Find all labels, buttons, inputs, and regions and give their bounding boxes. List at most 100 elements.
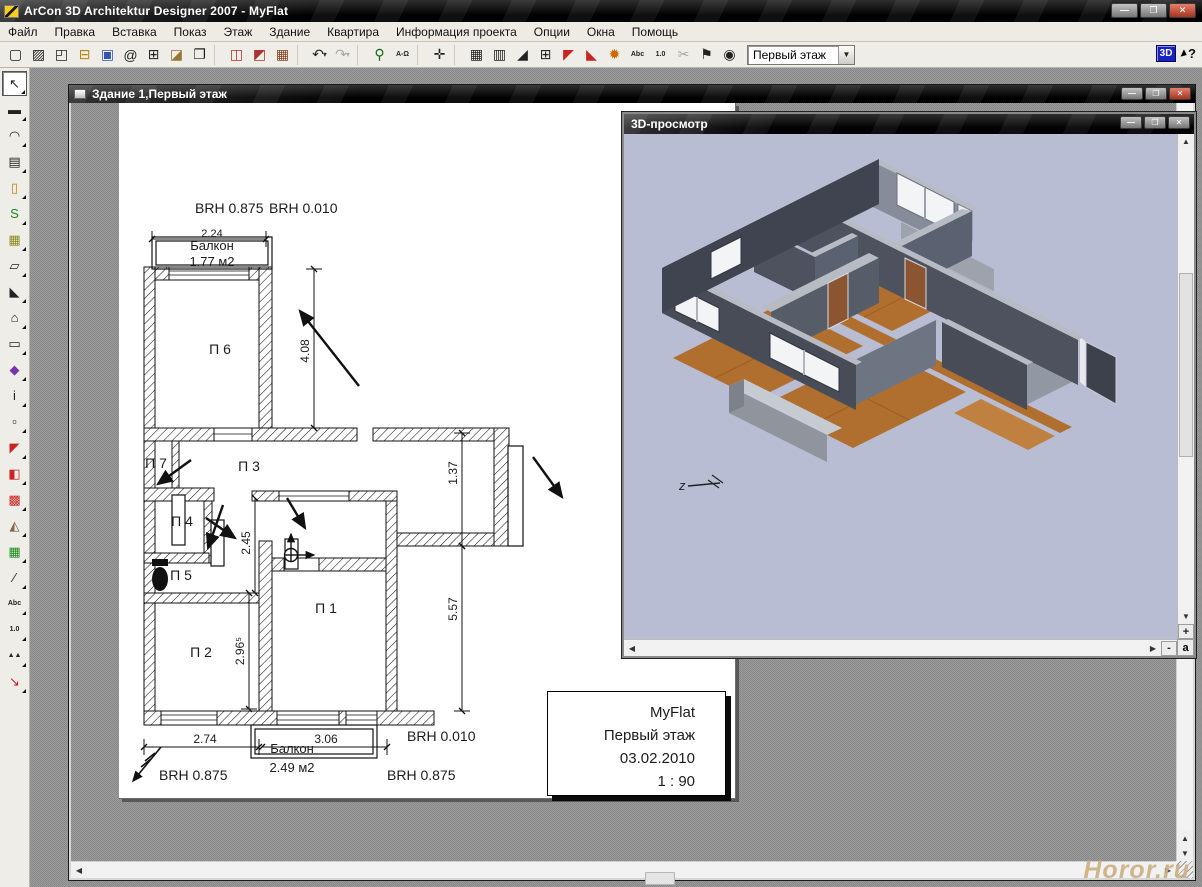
- point-symbol-tool-icon[interactable]: ▫: [2, 409, 27, 434]
- section-icon[interactable]: ⊞: [534, 44, 557, 66]
- menu-item-2[interactable]: Вставка: [112, 25, 157, 39]
- scroll-up-icon[interactable]: ▲: [1178, 134, 1194, 149]
- menu-item-8[interactable]: Опции: [534, 25, 570, 39]
- arrange-windows-icon[interactable]: ❐: [188, 44, 211, 66]
- restore-button[interactable]: ❐: [1140, 3, 1167, 18]
- scroll-up-icon[interactable]: ▲: [1177, 831, 1193, 846]
- line-tool-icon[interactable]: ∕: [2, 565, 27, 590]
- slab-tool-icon[interactable]: ◣: [2, 279, 27, 304]
- stairs-tool-icon[interactable]: S: [2, 201, 27, 226]
- menu-item-6[interactable]: Квартира: [327, 25, 379, 39]
- scroll-right-icon[interactable]: ▶: [1145, 641, 1161, 656]
- virtual-wall-tool-icon[interactable]: ▤: [2, 149, 27, 174]
- find-symbols-icon[interactable]: A-Ω: [391, 44, 414, 66]
- roof-tool-icon[interactable]: ⌂: [2, 305, 27, 330]
- redo-icon[interactable]: ↷▾: [331, 44, 354, 66]
- scrollbar-thumb[interactable]: [1179, 273, 1193, 457]
- export-image-icon[interactable]: ◪: [165, 44, 188, 66]
- object3d-tool-icon[interactable]: ◆: [2, 357, 27, 382]
- info-tool-icon[interactable]: i: [2, 383, 27, 408]
- menu-item-4[interactable]: Этаж: [224, 25, 253, 39]
- 3d-view-button[interactable]: 3D: [1156, 45, 1176, 62]
- view3d-viewport[interactable]: z: [624, 134, 1177, 639]
- view3d-window[interactable]: 3D-просмотр — ❐ ✕: [622, 112, 1196, 658]
- menu-item-0[interactable]: Файл: [8, 25, 38, 39]
- text-tool-icon[interactable]: Abc: [2, 591, 27, 616]
- floor-selector[interactable]: Первый этаж ▼: [747, 45, 855, 65]
- zoom-icon[interactable]: ⚲: [368, 44, 391, 66]
- wall-tool-icon[interactable]: ▬: [2, 97, 27, 122]
- select-page-icon[interactable]: ◰: [50, 44, 73, 66]
- project-package-icon[interactable]: ▦: [271, 44, 294, 66]
- roof-profile-tool-icon[interactable]: ▲▲: [2, 643, 27, 668]
- menu-item-1[interactable]: Правка: [55, 25, 96, 39]
- plant-tool-icon[interactable]: ▦: [2, 539, 27, 564]
- zoom-in-button[interactable]: +: [1178, 624, 1194, 639]
- origin-crosshair-icon[interactable]: ✛: [428, 44, 451, 66]
- view3d-horizontal-scrollbar[interactable]: ◀ ▶ -: [624, 639, 1177, 656]
- burst-icon[interactable]: ✹: [603, 44, 626, 66]
- app-titlebar[interactable]: ArCon 3D Architektur Designer 2007 - MyF…: [0, 0, 1202, 22]
- view3d-corner-button[interactable]: a: [1177, 639, 1194, 656]
- guides-icon[interactable]: ▥: [488, 44, 511, 66]
- menu-item-10[interactable]: Помощь: [632, 25, 678, 39]
- view3d-titlebar[interactable]: 3D-просмотр — ❐ ✕: [624, 114, 1194, 134]
- red-flag-icon[interactable]: ◣: [580, 44, 603, 66]
- menu-item-3[interactable]: Показ: [174, 25, 207, 39]
- roof-hatch-icon[interactable]: ◢: [511, 44, 534, 66]
- cut-icon[interactable]: ✂: [672, 44, 695, 66]
- plan-window-titlebar[interactable]: Здание 1,Первый этаж — ❐ ✕: [69, 85, 1195, 103]
- door-tool-icon[interactable]: ▯: [2, 175, 27, 200]
- minimize-button[interactable]: —: [1111, 3, 1138, 18]
- zoom-out-button[interactable]: -: [1161, 641, 1177, 656]
- column-tool-icon[interactable]: ▦: [2, 227, 27, 252]
- ceiling-tool-icon[interactable]: ▱: [2, 253, 27, 278]
- view3d-maximize-button[interactable]: ❐: [1144, 116, 1166, 129]
- red-corner-tool-icon[interactable]: ◤: [2, 435, 27, 460]
- scrollbar-thumb[interactable]: [645, 872, 675, 885]
- plan-view-icon[interactable]: ◫: [225, 44, 248, 66]
- window-tool-icon[interactable]: ◧: [2, 461, 27, 486]
- plan-minimize-button[interactable]: —: [1121, 87, 1143, 100]
- opening-tool-icon[interactable]: ▩: [2, 487, 27, 512]
- chevron-down-icon[interactable]: ▼: [838, 46, 854, 64]
- text-label-icon[interactable]: Abc: [626, 44, 649, 66]
- save-project-icon[interactable]: ▣: [96, 44, 119, 66]
- measure-tool-icon[interactable]: ↘: [2, 669, 27, 694]
- send-mail-icon[interactable]: @: [119, 44, 142, 66]
- scroll-left-icon[interactable]: ◀: [71, 863, 87, 878]
- new-project-icon[interactable]: ▢: [4, 44, 27, 66]
- menu-item-5[interactable]: Здание: [269, 25, 310, 39]
- terrain-tool-icon[interactable]: ◭: [2, 513, 27, 538]
- view3d-vertical-scrollbar[interactable]: ▲ ▼ +: [1177, 134, 1194, 639]
- dimension-icon[interactable]: 1.0: [649, 44, 672, 66]
- object3d-tool-icon: ◆: [10, 362, 20, 378]
- outline-arrow-icon[interactable]: ◩: [248, 44, 271, 66]
- camera-icon[interactable]: ◉: [718, 44, 741, 66]
- menu-item-9[interactable]: Окна: [587, 25, 615, 39]
- flag-icon[interactable]: ⚑: [695, 44, 718, 66]
- view3d-close-button[interactable]: ✕: [1168, 116, 1190, 129]
- plan-horizontal-scrollbar[interactable]: ◀ ▶: [71, 861, 1176, 878]
- context-help-button[interactable]: ?: [1182, 46, 1196, 61]
- grid-icon[interactable]: ▦: [465, 44, 488, 66]
- dropdown-arrow-icon[interactable]: ▾: [346, 50, 350, 59]
- view3d-minimize-button[interactable]: —: [1120, 116, 1142, 129]
- svg-text:z: z: [678, 478, 686, 493]
- plan-close-button[interactable]: ✕: [1169, 87, 1191, 100]
- undo-icon[interactable]: ↶▾: [308, 44, 331, 66]
- scroll-down-icon[interactable]: ▼: [1178, 609, 1194, 624]
- plan-maximize-button[interactable]: ❐: [1145, 87, 1167, 100]
- curved-wall-tool-icon[interactable]: ◠: [2, 123, 27, 148]
- open-project-icon[interactable]: ⊟: [73, 44, 96, 66]
- menu-item-7[interactable]: Информация проекта: [396, 25, 517, 39]
- dormer-tool-icon[interactable]: ▭: [2, 331, 27, 356]
- print-icon[interactable]: ⊞: [142, 44, 165, 66]
- scroll-left-icon[interactable]: ◀: [624, 641, 640, 656]
- dimension-tool-icon[interactable]: 1.0: [2, 617, 27, 642]
- close-button[interactable]: ✕: [1169, 3, 1196, 18]
- sketch-mode-icon[interactable]: ▨: [27, 44, 50, 66]
- select-tool-icon[interactable]: ↖: [2, 71, 27, 96]
- dropdown-arrow-icon[interactable]: ▾: [323, 50, 327, 59]
- red-corner-icon[interactable]: ◤: [557, 44, 580, 66]
